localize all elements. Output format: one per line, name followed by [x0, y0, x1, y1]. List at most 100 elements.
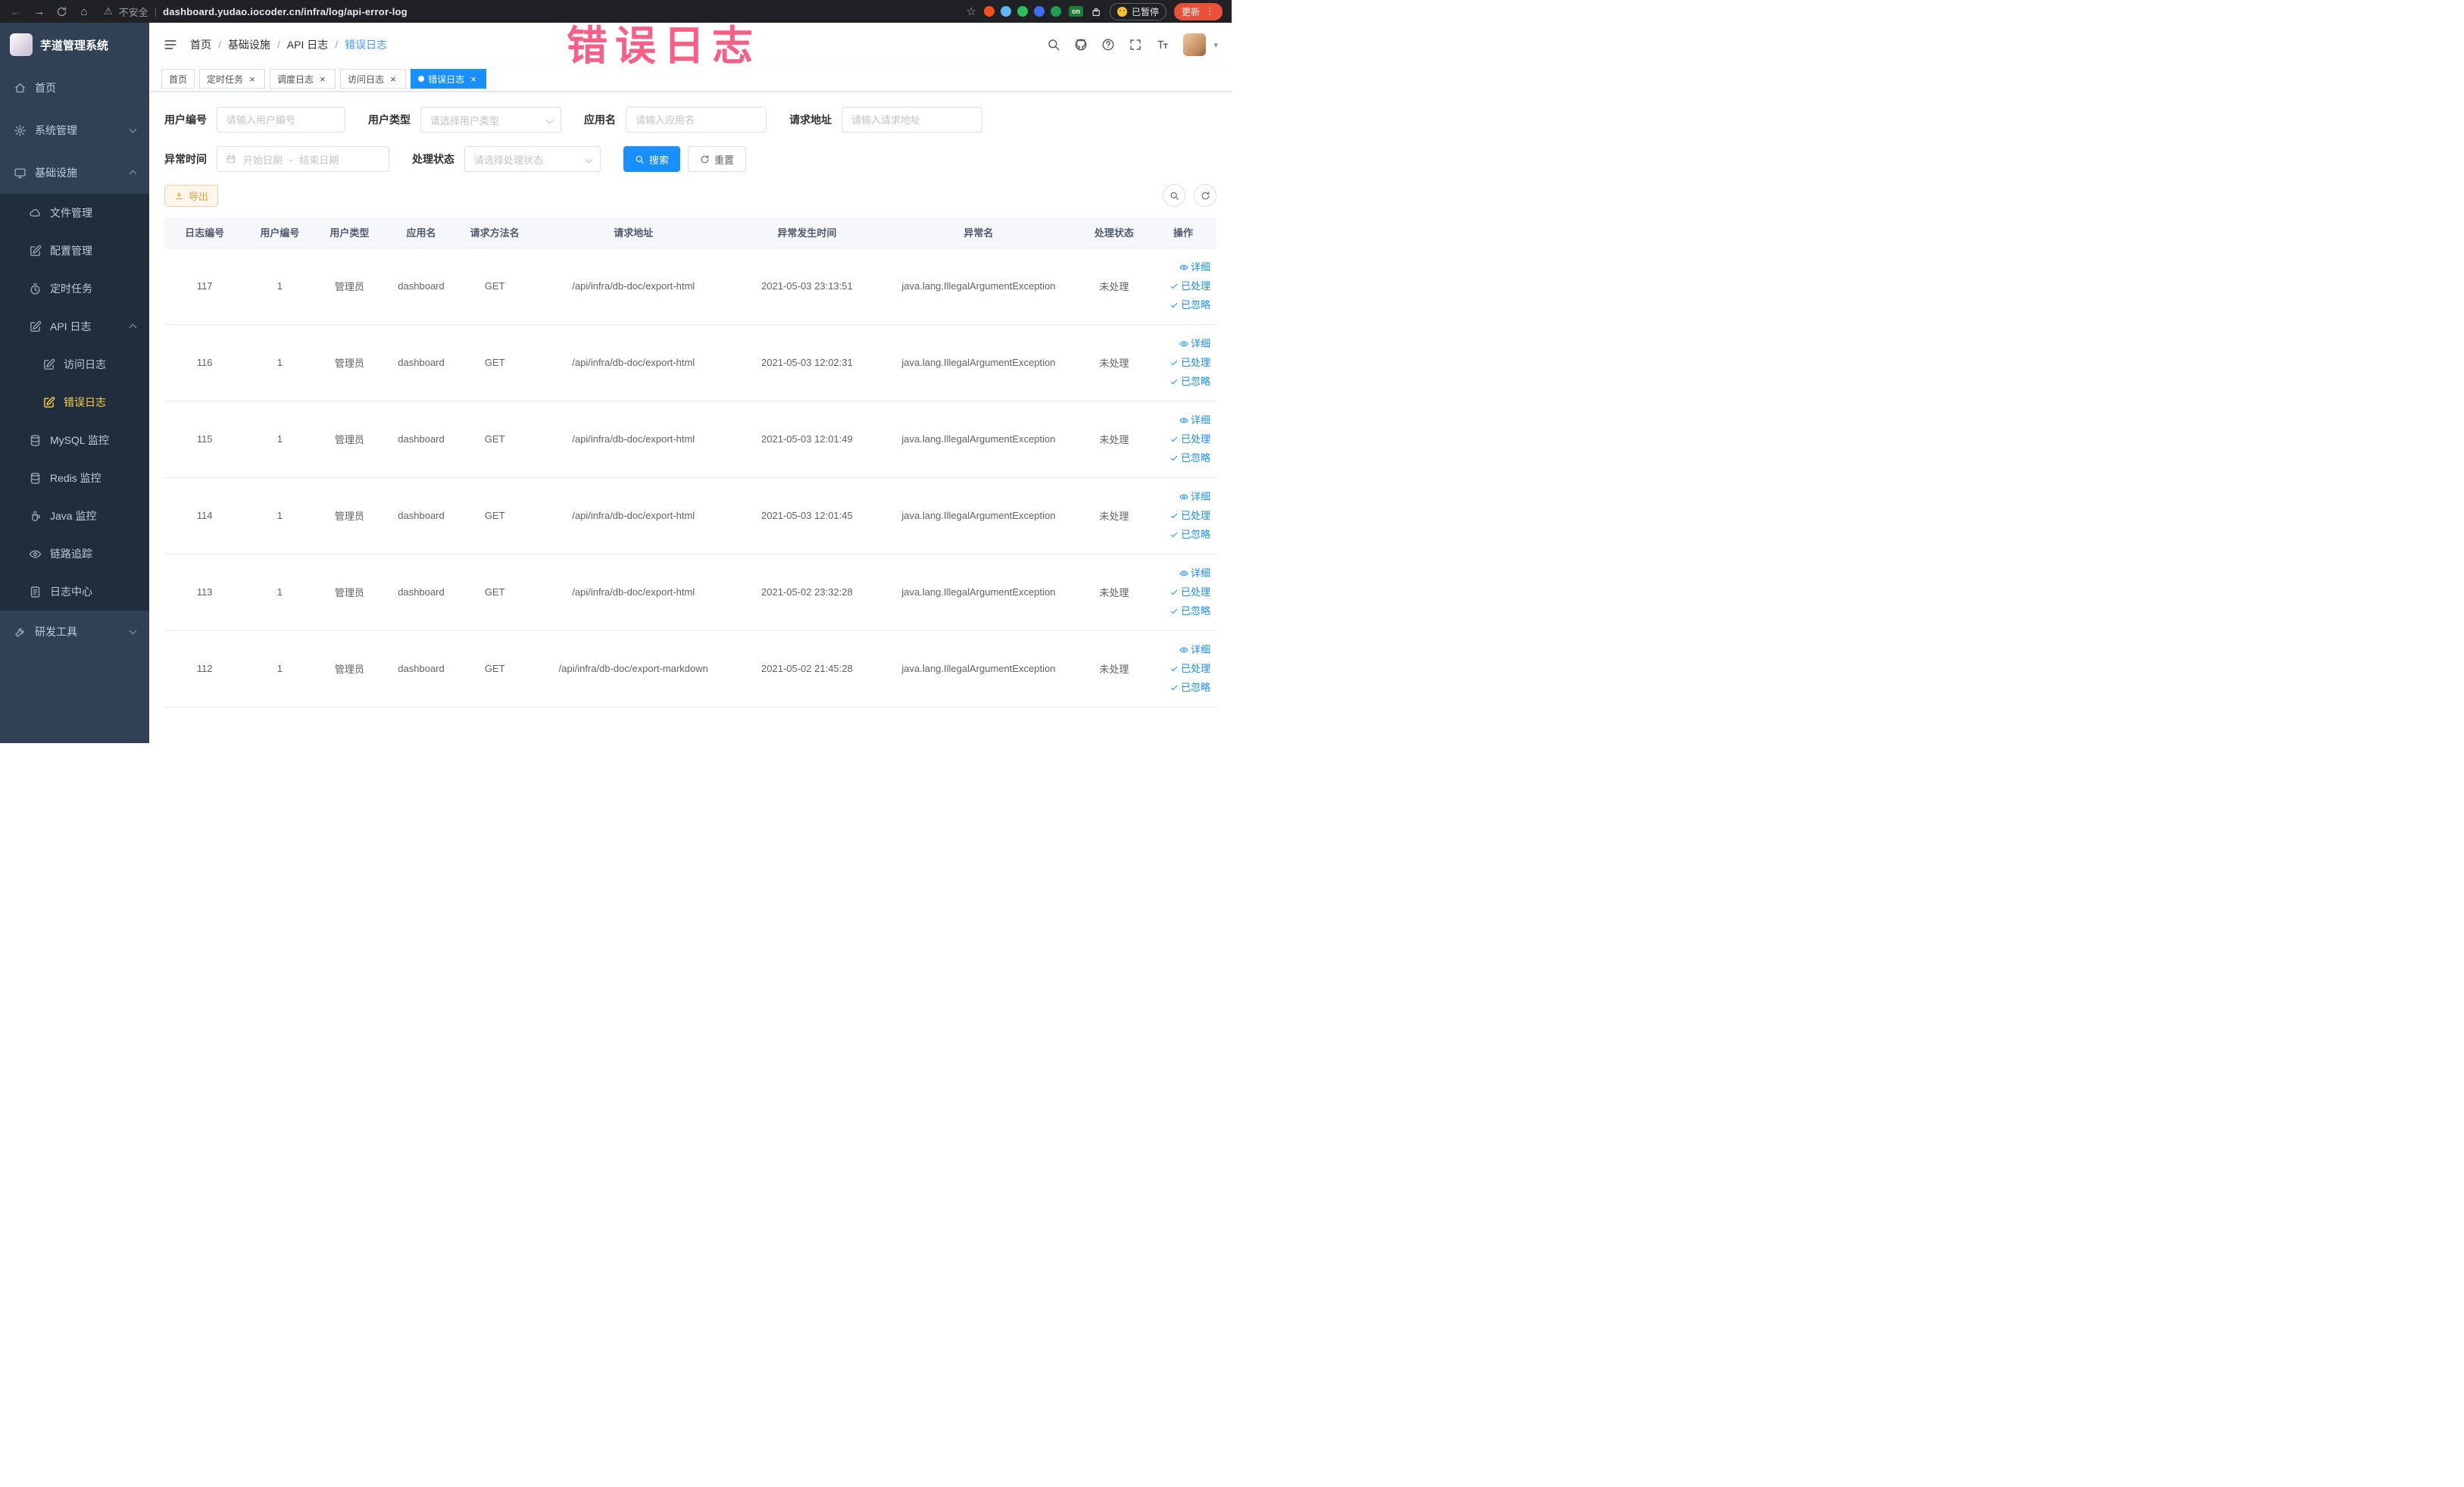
action-done[interactable]: 已处理 [1170, 277, 1210, 295]
action-detail[interactable]: 详细 [1179, 488, 1210, 505]
sidebar-item-log-center[interactable]: 日志中心 [0, 573, 149, 611]
table-header-row: 日志编号 用户编号 用户类型 应用名 请求方法名 请求地址 异常发生时间 异常名 处理状态 操作 [164, 217, 1216, 248]
tab-home[interactable]: 首页 [161, 69, 195, 89]
tab-close-icon[interactable]: × [247, 73, 258, 84]
table-row: 116 1 管理员 dashboard GET /api/infra/db-do… [164, 324, 1216, 401]
user-id-input[interactable] [217, 107, 345, 133]
extension-icon-3[interactable] [1017, 6, 1028, 17]
sidebar-toggle-icon[interactable] [163, 37, 178, 52]
cell-app-name: dashboard [384, 248, 458, 325]
tab-close-icon[interactable]: × [317, 73, 328, 84]
fullscreen-icon[interactable] [1129, 38, 1142, 52]
action-detail[interactable]: 详细 [1179, 641, 1210, 658]
cell-user-id: 1 [245, 630, 315, 708]
cell-app-name: dashboard [384, 630, 458, 708]
breadcrumb-item-1[interactable]: 基础设施 [228, 37, 287, 52]
extension-icon-2[interactable] [1000, 6, 1011, 17]
menu-icon [29, 320, 42, 333]
action-detail[interactable]: 详细 [1179, 258, 1210, 276]
export-button[interactable]: 导出 [164, 184, 219, 207]
action-ignore[interactable]: 已忽略 [1170, 602, 1210, 620]
tab-job-log[interactable]: 调度日志 × [270, 69, 336, 89]
sidebar-item-error-log[interactable]: 错误日志 [0, 383, 149, 421]
column-header-6: 异常发生时间 [735, 217, 879, 248]
page: ← → ⌂ ⚠ 不安全 | dashboard.yudao.iocoder.cn… [0, 0, 1232, 743]
action-done[interactable]: 已处理 [1170, 430, 1210, 448]
menu-icon [29, 245, 42, 258]
extension-icon-1[interactable] [983, 6, 995, 17]
sidebar-item-mysql[interactable]: MySQL 监控 [0, 421, 149, 459]
toggle-search-button[interactable] [1163, 184, 1185, 207]
request-url-input[interactable] [842, 107, 982, 133]
forward-icon[interactable]: → [33, 5, 46, 18]
paused-badge[interactable]: 已暂停 [1109, 2, 1166, 20]
action-done[interactable]: 已处理 [1170, 660, 1210, 677]
address-bar[interactable]: ⚠ 不安全 | dashboard.yudao.iocoder.cn/infra… [104, 5, 408, 19]
user-type-select[interactable]: 请选择用户类型 [420, 107, 561, 133]
reload-icon[interactable] [56, 6, 67, 17]
menu-kebab-icon[interactable]: ⋮ [1205, 5, 1215, 17]
action-ignore[interactable]: 已忽略 [1170, 526, 1210, 543]
cell-exception-name: java.lang.IllegalArgumentException [878, 477, 1079, 555]
action-detail[interactable]: 详细 [1179, 335, 1210, 352]
exception-time-range-picker[interactable]: 开始日期 - 结束日期 [217, 146, 389, 172]
bookmark-icon[interactable]: ☆ [967, 5, 976, 18]
cell-user-id: 1 [245, 554, 315, 631]
breadcrumb-item-2[interactable]: API 日志 [287, 37, 345, 52]
sidebar-item-system[interactable]: 系统管理 [0, 109, 149, 152]
breadcrumb-item-0[interactable]: 首页 [190, 37, 228, 52]
home-icon[interactable]: ⌂ [77, 5, 91, 18]
sidebar-item-java[interactable]: Java 监控 [0, 497, 149, 535]
action-done[interactable]: 已处理 [1170, 354, 1210, 371]
sidebar-item-dev-tools[interactable]: 研发工具 [0, 611, 149, 653]
tab-access-log[interactable]: 访问日志 × [340, 69, 407, 89]
cell-user-type: 管理员 [314, 324, 385, 401]
sidebar-item-redis[interactable]: Redis 监控 [0, 459, 149, 497]
process-status-select[interactable]: 请选择处理状态 [464, 146, 601, 172]
action-ignore[interactable]: 已忽略 [1170, 449, 1210, 467]
cell-log-id: 112 [164, 630, 245, 708]
extension-icon-4[interactable] [1033, 6, 1045, 17]
extension-icon-5[interactable] [1050, 6, 1061, 17]
extensions-puzzle-icon[interactable] [1091, 6, 1102, 17]
user-avatar[interactable] [1183, 33, 1207, 56]
sidebar-item-file[interactable]: 文件管理 [0, 194, 149, 232]
search-icon[interactable] [1047, 38, 1060, 52]
action-ignore[interactable]: 已忽略 [1170, 373, 1210, 390]
tab-job[interactable]: 定时任务 × [199, 69, 266, 89]
table-row: 114 1 管理员 dashboard GET /api/infra/db-do… [164, 477, 1216, 555]
action-detail[interactable]: 详细 [1179, 564, 1210, 582]
action-detail[interactable]: 详细 [1179, 411, 1210, 429]
sidebar-item-infra[interactable]: 基础设施 [0, 152, 149, 194]
sidebar-item-access-log[interactable]: 访问日志 [0, 345, 149, 383]
action-done[interactable]: 已处理 [1170, 507, 1210, 524]
action-ignore[interactable]: 已忽略 [1170, 296, 1210, 314]
update-button[interactable]: 更新 ⋮ [1173, 2, 1223, 20]
cell-log-id: 115 [164, 401, 245, 478]
on-badge[interactable]: on [1068, 6, 1083, 17]
reset-button[interactable]: 重置 [688, 146, 747, 172]
search-button[interactable]: 搜索 [623, 146, 681, 172]
avatar-caret-icon[interactable]: ▾ [1213, 40, 1218, 50]
filter-row-2: 异常时间 开始日期 - 结束日期 处理状态 请选择处理状态 搜索 重置 [164, 146, 1216, 172]
font-size-icon[interactable] [1156, 38, 1170, 52]
refresh-table-button[interactable] [1194, 184, 1216, 207]
error-log-table: 日志编号 用户编号 用户类型 应用名 请求方法名 请求地址 异常发生时间 异常名 处理状态 操作 … [164, 217, 1216, 708]
github-icon[interactable] [1074, 38, 1088, 52]
tab-close-icon[interactable]: × [468, 73, 479, 84]
sidebar-item-config[interactable]: 配置管理 [0, 232, 149, 270]
help-icon[interactable] [1101, 38, 1115, 52]
sidebar-item-api-log[interactable]: API 日志 [0, 308, 149, 345]
tab-close-icon[interactable]: × [388, 73, 398, 84]
chevron-icon [129, 125, 137, 133]
app-name-input[interactable] [626, 107, 767, 133]
tab-error-log[interactable]: 错误日志 × [411, 69, 487, 89]
back-icon[interactable]: ← [9, 5, 23, 18]
action-done[interactable]: 已处理 [1170, 583, 1210, 601]
column-header-4: 请求方法名 [458, 217, 532, 248]
sidebar-item-job[interactable]: 定时任务 [0, 270, 149, 308]
action-ignore[interactable]: 已忽略 [1170, 679, 1210, 696]
sidebar-item-home[interactable]: 首页 [0, 67, 149, 109]
sidebar-item-trace[interactable]: 链路追踪 [0, 535, 149, 573]
logo-row[interactable]: 芋道管理系统 [0, 23, 149, 67]
